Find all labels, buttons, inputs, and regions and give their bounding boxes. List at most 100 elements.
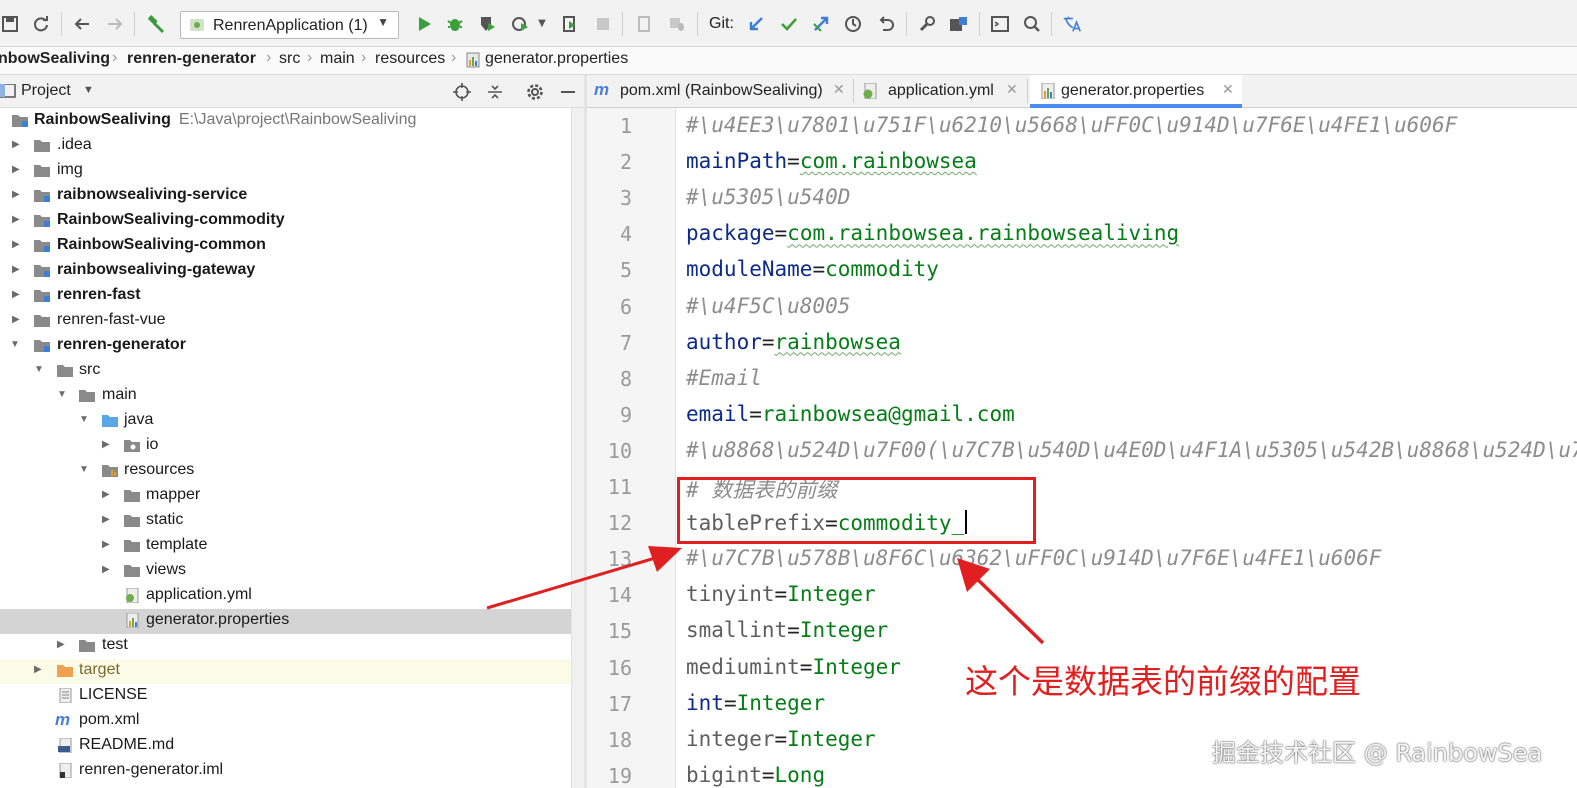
breadcrumb-item[interactable]: resources	[375, 50, 445, 68]
update-running-app-icon[interactable]	[560, 14, 580, 34]
git-push-icon[interactable]	[811, 14, 831, 34]
tree-item-src[interactable]: ▼ src	[0, 359, 584, 384]
attach-debugger-icon[interactable]	[667, 14, 687, 34]
code-line[interactable]: #\u4F5C\u8005	[686, 294, 850, 318]
tab-application-yml[interactable]: application.yml ✕	[854, 75, 1027, 107]
chevron-right-icon[interactable]: ▶	[57, 639, 65, 650]
hide-panel-icon[interactable]	[559, 83, 577, 101]
chevron-right-icon[interactable]: ▶	[102, 539, 110, 550]
gear-icon[interactable]	[526, 83, 544, 101]
tree-item-file-selected[interactable]: generator.properties	[0, 609, 584, 634]
tree-item-module[interactable]: ▶ raibnowsealiving-service	[0, 184, 584, 209]
chevron-down-icon[interactable]: ▼	[535, 14, 549, 34]
code-line[interactable]: #\u8868\u524D\u7F00(\u7C7B\u540D\u4E0D\u…	[686, 438, 1577, 462]
project-panel-title[interactable]: Project	[21, 82, 71, 100]
git-commit-icon[interactable]	[779, 14, 799, 34]
collapse-all-icon[interactable]	[486, 83, 504, 101]
tree-item-main[interactable]: ▼ main	[0, 384, 584, 409]
locate-target-icon[interactable]	[453, 83, 471, 101]
code-line[interactable]: author=rainbowsea	[686, 330, 901, 354]
chevron-right-icon[interactable]: ▶	[12, 239, 20, 250]
tree-item-folder[interactable]: ▶ renren-fast-vue	[0, 309, 584, 334]
chevron-right-icon[interactable]: ▶	[102, 564, 110, 575]
stop-icon[interactable]	[593, 14, 613, 34]
tab-pom-xml[interactable]: m pom.xml (RainbowSealiving) ✕	[587, 75, 853, 107]
code-line[interactable]: package=com.rainbowsea.rainbowsealiving	[686, 221, 1179, 245]
breadcrumb-item[interactable]: src	[279, 50, 300, 68]
chevron-right-icon[interactable]: ▶	[12, 264, 20, 275]
tree-item-module[interactable]: ▶ RainbowSealiving-common	[0, 234, 584, 259]
chevron-right-icon[interactable]: ▶	[12, 214, 20, 225]
build-hammer-icon[interactable]	[146, 14, 166, 34]
tree-item-target[interactable]: ▶ target	[0, 659, 584, 684]
tree-item-file[interactable]: renren-generator.iml	[0, 759, 584, 784]
tree-item-folder[interactable]: ▶ mapper	[0, 484, 584, 509]
code-line[interactable]: mainPath=com.rainbowsea	[686, 149, 977, 173]
code-line[interactable]: #Email	[686, 366, 762, 390]
code-line[interactable]: mediumint=Integer	[686, 655, 901, 679]
tree-item-idea[interactable]: ▶ .idea	[0, 134, 584, 159]
git-update-icon[interactable]	[746, 14, 766, 34]
tree-item-project-root[interactable]: RainbowSealiving E:\Java\project\RainbowS…	[0, 109, 584, 134]
tree-item-file[interactable]: LICENSE	[0, 684, 584, 709]
tree-item-module[interactable]: ▶ rainbowsealiving-gateway	[0, 259, 584, 284]
chevron-down-icon[interactable]: ▼	[83, 84, 94, 96]
code-line[interactable]: email=rainbowsea@gmail.com	[686, 402, 1015, 426]
code-line[interactable]: tinyint=Integer	[686, 582, 876, 606]
project-structure-icon[interactable]	[949, 14, 969, 34]
history-clock-icon[interactable]	[843, 14, 863, 34]
tree-item-folder[interactable]: ▶ static	[0, 509, 584, 534]
breadcrumb-item[interactable]: main	[320, 50, 355, 68]
tree-item-folder[interactable]: ▶ template	[0, 534, 584, 559]
chevron-right-icon[interactable]: ▶	[12, 189, 20, 200]
chevron-down-icon[interactable]: ▼	[57, 389, 67, 400]
chevron-right-icon[interactable]: ▶	[12, 314, 20, 325]
device-icon[interactable]	[634, 14, 654, 34]
debug-icon[interactable]	[445, 14, 465, 34]
chevron-right-icon[interactable]: ▶	[12, 139, 20, 150]
close-icon[interactable]: ✕	[833, 81, 845, 98]
search-icon[interactable]	[1022, 14, 1042, 34]
chevron-right-icon[interactable]: ▶	[34, 664, 42, 675]
settings-wrench-icon[interactable]	[917, 14, 937, 34]
profile-icon[interactable]	[510, 14, 530, 34]
tab-generator-properties[interactable]: generator.properties ✕	[1030, 75, 1242, 108]
forward-icon[interactable]	[105, 14, 125, 34]
translate-icon[interactable]	[1062, 14, 1082, 34]
chevron-right-icon[interactable]: ▶	[102, 514, 110, 525]
chevron-right-icon[interactable]: ▶	[102, 439, 110, 450]
tree-item-test[interactable]: ▶ test	[0, 634, 584, 659]
run-configuration-select[interactable]: RenrenApplication (1) ▼	[180, 11, 399, 39]
code-line[interactable]: moduleName=commodity	[686, 257, 939, 281]
code-line[interactable]: smallint=Integer	[686, 618, 888, 642]
code-line[interactable]: #\u4EE3\u7801\u751F\u6210\u5668\uFF0C\u9…	[686, 113, 1457, 137]
coverage-icon[interactable]	[477, 14, 497, 34]
chevron-right-icon[interactable]: ▶	[102, 489, 110, 500]
rollback-icon[interactable]	[876, 14, 896, 34]
code-line[interactable]: #\u5305\u540D	[686, 185, 850, 209]
chevron-down-icon[interactable]: ▼	[79, 414, 89, 425]
code-line[interactable]: bigint=Long	[686, 763, 825, 787]
chevron-down-icon[interactable]: ▼	[10, 339, 20, 350]
close-icon[interactable]: ✕	[1222, 81, 1234, 98]
tree-item-file[interactable]: m pom.xml	[0, 709, 584, 734]
chevron-down-icon[interactable]: ▼	[79, 464, 89, 475]
tree-item-file[interactable]: README.md	[0, 734, 584, 759]
close-icon[interactable]: ✕	[1006, 81, 1018, 98]
breadcrumb-item[interactable]: renren-generator	[127, 50, 256, 68]
sync-icon[interactable]	[31, 14, 51, 34]
tree-item-resources[interactable]: ▼ resources	[0, 459, 584, 484]
run-icon[interactable]	[414, 14, 434, 34]
terminal-icon[interactable]	[990, 14, 1010, 34]
code-line[interactable]: int=Integer	[686, 691, 825, 715]
save-icon[interactable]	[0, 14, 20, 34]
chevron-right-icon[interactable]: ▶	[12, 164, 20, 175]
back-icon[interactable]	[72, 14, 92, 34]
tree-item-module[interactable]: ▶ renren-fast	[0, 284, 584, 309]
tree-item-folder[interactable]: ▶ views	[0, 559, 584, 584]
tree-item-module[interactable]: ▶ RainbowSealiving-commodity	[0, 209, 584, 234]
code-line[interactable]: #\u7C7B\u578B\u8F6C\u6362\uFF0C\u914D\u7…	[686, 546, 1381, 570]
code-line[interactable]: integer=Integer	[686, 727, 876, 751]
tree-item-package[interactable]: ▶ io	[0, 434, 584, 459]
tree-item-file[interactable]: application.yml	[0, 584, 584, 609]
